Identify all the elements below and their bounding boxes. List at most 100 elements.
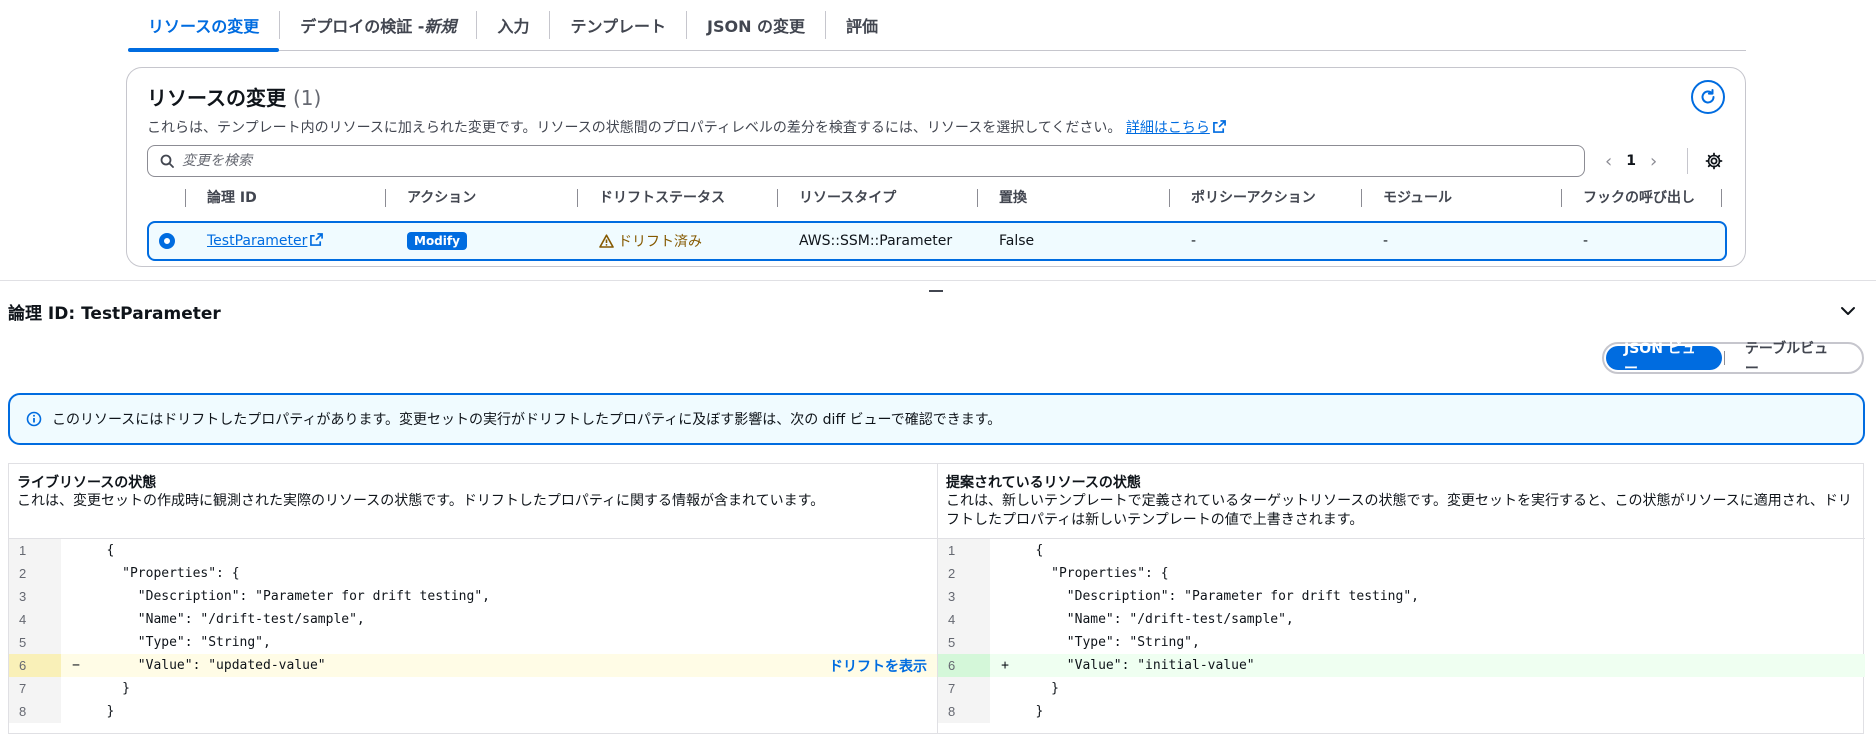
line-number: 6 — [938, 654, 990, 677]
json-view-button[interactable]: JSON ビュー — [1606, 341, 1722, 377]
table-row[interactable]: TestParameter Modify ドリフト済み AWS::SSM::Pa… — [147, 221, 1727, 261]
column-header-drift-status[interactable]: ドリフトステータス — [599, 182, 725, 212]
policy-action-cell: - — [1191, 233, 1197, 249]
action-cell: Modify — [407, 223, 467, 259]
column-header-replacement[interactable]: 置換 — [999, 182, 1027, 212]
resource-type-cell: AWS::SSM::Parameter — [799, 233, 953, 249]
tab-resource-changes[interactable]: リソースの変更 — [128, 0, 280, 52]
code-line: 5 "Type": "String", — [9, 631, 937, 654]
line-number: 6 — [9, 654, 61, 677]
column-header-logical-id[interactable]: 論理 ID — [207, 182, 257, 212]
column-divider — [1361, 189, 1362, 207]
chevron-left-icon[interactable]: ‹ — [1605, 151, 1612, 172]
panel-description: これらは、テンプレート内のリソースに加えられた変更です。リソースの状態間のプロパ… — [147, 117, 1226, 137]
tab-evaluation[interactable]: 評価 — [826, 0, 898, 51]
tab-template[interactable]: テンプレート — [550, 0, 686, 51]
column-header-action[interactable]: アクション — [407, 182, 476, 212]
line-number: 1 — [938, 539, 990, 562]
tab-label: 入力 — [497, 17, 530, 36]
line-number: 2 — [938, 562, 990, 585]
row-radio-button[interactable] — [159, 233, 175, 249]
code-text: "Value": "updated-value" — [83, 658, 326, 673]
info-icon — [26, 411, 42, 427]
learn-more-text: 詳細はこちら — [1125, 120, 1210, 136]
toggle-divider — [1723, 351, 1725, 365]
pane-description: これは、新しいテンプレートで定義されているターゲットリソースの状態です。変更セッ… — [946, 493, 1852, 528]
line-number: 2 — [9, 562, 61, 585]
resource-changes-panel: リソースの変更 (1) これらは、テンプレート内のリソースに加えられた変更です。… — [126, 67, 1746, 267]
refresh-icon — [1701, 89, 1715, 104]
code-text: "Description": "Parameter for drift test… — [1012, 589, 1419, 604]
code-text: } — [83, 681, 130, 696]
current-page[interactable]: 1 — [1626, 153, 1636, 169]
column-divider — [1721, 189, 1722, 207]
pane-header: ライブリソースの状態 これは、変更セットの作成時に観測された実際のリソースの状態… — [9, 464, 937, 539]
code-block: 1 {2 "Properties": {3 "Description": "Pa… — [938, 539, 1865, 723]
learn-more-link[interactable]: 詳細はこちら — [1126, 120, 1226, 136]
line-number: 3 — [9, 585, 61, 608]
code-text: { — [1012, 543, 1044, 558]
pane-header: 提案されているリソースの状態 これは、新しいテンプレートで定義されているターゲッ… — [938, 464, 1865, 539]
live-state-pane: ライブリソースの状態 これは、変更セットの作成時に観測された実際のリソースの状態… — [9, 464, 938, 734]
code-line: 3 "Description": "Parameter for drift te… — [938, 585, 1865, 608]
line-number: 8 — [9, 700, 61, 723]
tab-new-label: 新規 — [424, 17, 457, 36]
code-line: 2 "Properties": { — [9, 562, 937, 585]
tab-input[interactable]: 入力 — [477, 0, 549, 51]
column-divider — [977, 189, 978, 207]
diff-view: ライブリソースの状態 これは、変更セットの作成時に観測された実際のリソースの状態… — [8, 463, 1865, 734]
collapse-button[interactable] — [1840, 304, 1856, 320]
line-number: 1 — [9, 539, 61, 562]
code-line: 2 "Properties": { — [938, 562, 1865, 585]
code-line: 6 + "Value": "initial-value" — [938, 654, 1865, 677]
logical-id-cell: TestParameter — [207, 223, 324, 259]
split-panel-resize-handle[interactable] — [929, 290, 943, 292]
tab-label: 評価 — [846, 17, 879, 36]
code-block: 1 {2 "Properties": {3 "Description": "Pa… — [9, 539, 937, 723]
tab-deploy-validation[interactable]: デプロイの検証 - 新規 — [280, 0, 476, 51]
code-text: } — [1012, 704, 1044, 719]
column-header-resource-type[interactable]: リソースタイプ — [799, 182, 896, 212]
diff-marker: − — [72, 658, 80, 673]
search-input[interactable] — [182, 153, 1482, 169]
code-text: "Name": "/drift-test/sample", — [1012, 612, 1294, 627]
preferences-button[interactable] — [1705, 152, 1723, 174]
alert-text: このリソースにはドリフトしたプロパティがあります。変更セットの実行がドリフトした… — [52, 412, 1002, 428]
view-toggle: JSON ビュー テーブルビュー — [1602, 341, 1864, 377]
pagination: ‹ 1 › — [1605, 145, 1657, 177]
column-header-hook-invocations[interactable]: フックの呼び出し — [1583, 182, 1695, 212]
chevron-right-icon[interactable]: › — [1650, 151, 1657, 172]
settings-icon — [1705, 152, 1723, 170]
pager-divider — [1687, 148, 1688, 174]
code-line: 3 "Description": "Parameter for drift te… — [9, 585, 937, 608]
code-text: "Name": "/drift-test/sample", — [83, 612, 365, 627]
line-number: 3 — [938, 585, 990, 608]
line-number: 7 — [938, 677, 990, 700]
proposed-state-pane: 提案されているリソースの状態 これは、新しいテンプレートで定義されているターゲッ… — [938, 464, 1865, 734]
code-text: { — [83, 543, 115, 558]
column-header-module[interactable]: モジュール — [1383, 182, 1452, 212]
tab-json-changes[interactable]: JSON の変更 — [687, 0, 825, 51]
line-number: 7 — [9, 677, 61, 700]
code-line: 1 { — [9, 539, 937, 562]
external-link-icon — [1212, 120, 1226, 133]
show-drift-link[interactable]: ドリフトを表示 — [829, 656, 927, 676]
refresh-button[interactable] — [1691, 80, 1725, 114]
replacement-cell: False — [999, 233, 1035, 249]
code-line: 4 "Name": "/drift-test/sample", — [9, 608, 937, 631]
code-text: "Value": "initial-value" — [1012, 658, 1255, 673]
code-text: "Type": "String", — [1012, 635, 1200, 650]
logical-id-link[interactable]: TestParameter — [207, 233, 324, 249]
code-line: 4 "Name": "/drift-test/sample", — [938, 608, 1865, 631]
table-view-button[interactable]: テーブルビュー — [1727, 341, 1860, 377]
code-text: "Properties": { — [83, 566, 240, 581]
line-number: 5 — [9, 631, 61, 654]
pane-description: これは、変更セットの作成時に観測された実際のリソースの状態です。ドリフトしたプロ… — [17, 493, 825, 509]
code-text: "Description": "Parameter for drift test… — [83, 589, 490, 604]
column-divider — [577, 189, 578, 207]
column-header-policy-action[interactable]: ポリシーアクション — [1191, 182, 1316, 212]
drift-info-alert: このリソースにはドリフトしたプロパティがあります。変更セットの実行がドリフトした… — [8, 393, 1865, 445]
tab-label: リソースの変更 — [148, 17, 260, 36]
search-box[interactable] — [147, 145, 1585, 177]
column-divider — [385, 189, 386, 207]
